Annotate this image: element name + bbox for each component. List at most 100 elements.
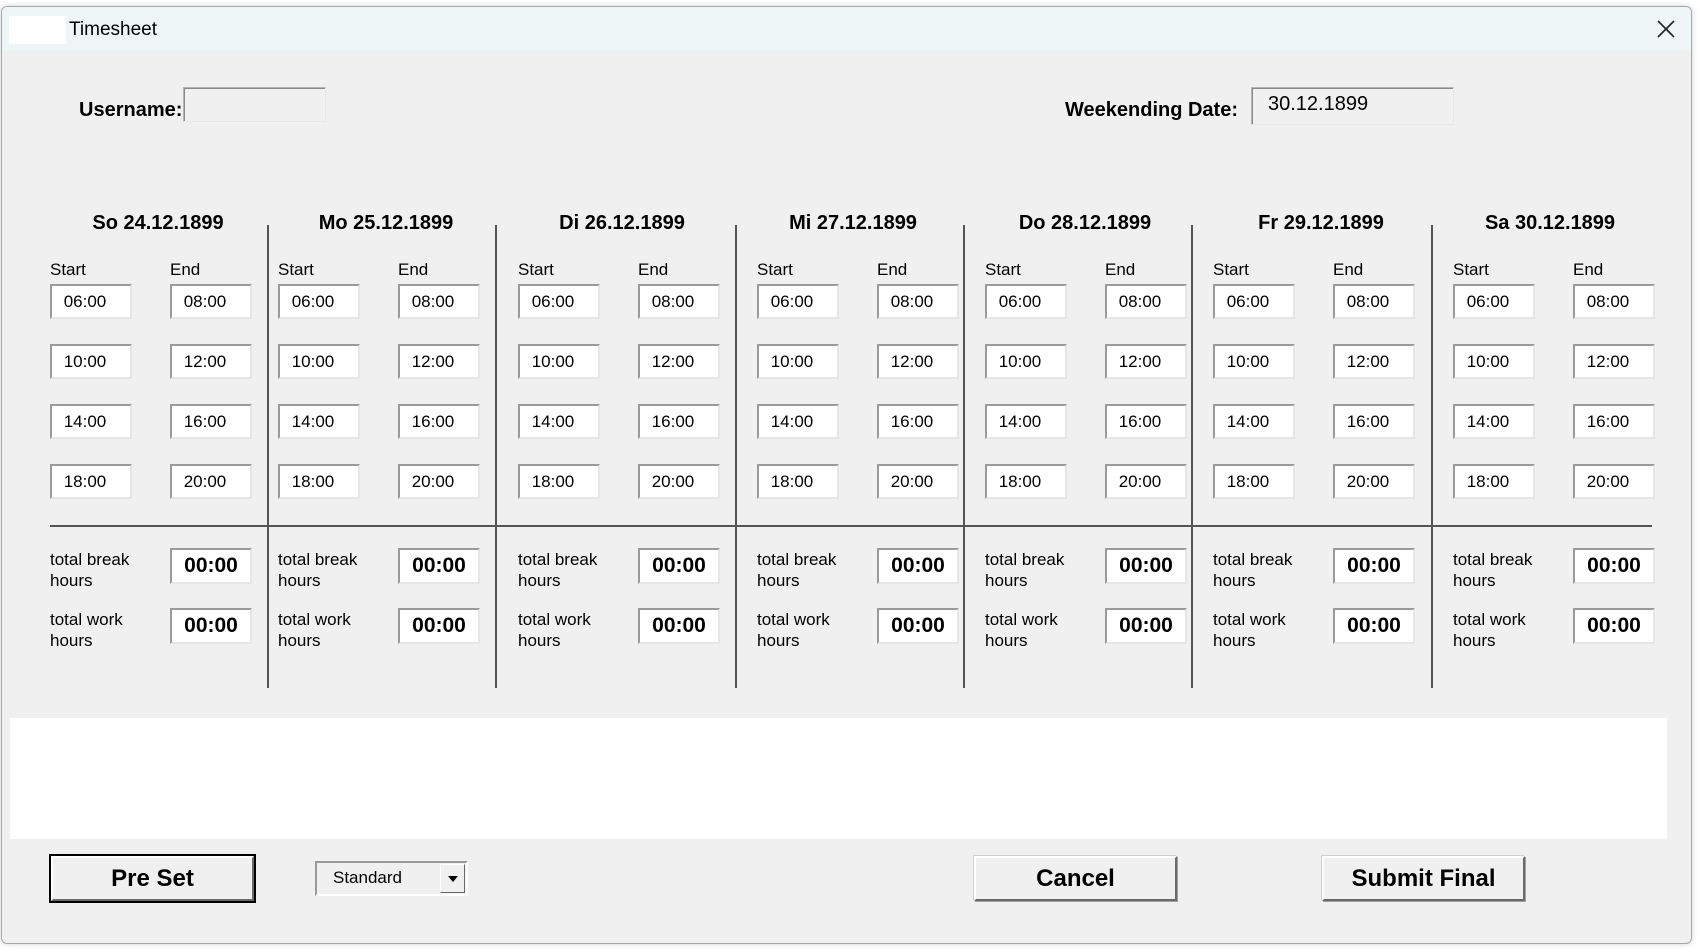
end-time-input[interactable]: 20:00: [1573, 464, 1655, 499]
start-time-input[interactable]: 18:00: [985, 464, 1067, 499]
end-time-input[interactable]: 20:00: [1105, 464, 1187, 499]
day-title: Fr 29.12.1899: [1258, 212, 1384, 234]
end-time-input[interactable]: 16:00: [1105, 404, 1187, 439]
total-break-label: total break hours: [1453, 550, 1533, 590]
start-time-input[interactable]: 14:00: [518, 404, 600, 439]
start-time-input[interactable]: 14:00: [1213, 404, 1295, 439]
column-divider: [963, 225, 965, 688]
total-work-label: total work hours: [278, 610, 351, 650]
weekending-date-input[interactable]: 30.12.1899: [1251, 87, 1454, 125]
total-work-value: 00:00: [877, 608, 959, 644]
start-label: Start: [1213, 260, 1249, 279]
start-time-input[interactable]: 10:00: [985, 344, 1067, 379]
end-label: End: [1573, 260, 1604, 279]
end-time-input[interactable]: 20:00: [638, 464, 720, 499]
total-work-label: total work hours: [757, 610, 830, 650]
total-work-label: total work hours: [50, 610, 123, 650]
end-time-input[interactable]: 20:00: [1333, 464, 1415, 499]
end-time-input[interactable]: 16:00: [398, 404, 480, 439]
start-time-input[interactable]: 06:00: [518, 284, 600, 319]
start-time-input[interactable]: 10:00: [757, 344, 839, 379]
total-break-label: total break hours: [1213, 550, 1293, 590]
total-break-value: 00:00: [638, 548, 720, 584]
column-divider: [267, 225, 269, 688]
total-break-label: total break hours: [278, 550, 358, 590]
preset-button[interactable]: Pre Set: [49, 854, 256, 903]
start-time-input[interactable]: 14:00: [985, 404, 1067, 439]
end-time-input[interactable]: 12:00: [877, 344, 959, 379]
start-time-input[interactable]: 18:00: [278, 464, 360, 499]
end-time-input[interactable]: 16:00: [1333, 404, 1415, 439]
start-time-input[interactable]: 06:00: [278, 284, 360, 319]
end-time-input[interactable]: 12:00: [1105, 344, 1187, 379]
end-label: End: [1105, 260, 1136, 279]
start-time-input[interactable]: 14:00: [757, 404, 839, 439]
total-break-label: total break hours: [50, 550, 130, 590]
column-divider: [735, 225, 737, 688]
start-time-input[interactable]: 10:00: [1213, 344, 1295, 379]
start-time-input[interactable]: 06:00: [1213, 284, 1295, 319]
column-divider: [495, 225, 497, 688]
start-time-input[interactable]: 18:00: [1213, 464, 1295, 499]
start-label: Start: [50, 260, 86, 279]
total-work-label: total work hours: [518, 610, 591, 650]
end-time-input[interactable]: 08:00: [1333, 284, 1415, 319]
end-time-input[interactable]: 08:00: [1573, 284, 1655, 319]
start-time-input[interactable]: 06:00: [757, 284, 839, 319]
start-time-input[interactable]: 14:00: [278, 404, 360, 439]
end-time-input[interactable]: 08:00: [877, 284, 959, 319]
totals-divider: [50, 525, 1652, 527]
total-work-value: 00:00: [638, 608, 720, 644]
end-time-input[interactable]: 16:00: [1573, 404, 1655, 439]
start-time-input[interactable]: 18:00: [518, 464, 600, 499]
total-work-value: 00:00: [398, 608, 480, 644]
preset-select-dropdown-button[interactable]: [440, 864, 465, 893]
end-time-input[interactable]: 08:00: [398, 284, 480, 319]
start-time-input[interactable]: 10:00: [1453, 344, 1535, 379]
end-time-input[interactable]: 12:00: [170, 344, 252, 379]
end-time-input[interactable]: 08:00: [638, 284, 720, 319]
end-time-input[interactable]: 16:00: [638, 404, 720, 439]
start-label: Start: [985, 260, 1021, 279]
app-icon: [9, 16, 66, 44]
end-time-input[interactable]: 08:00: [170, 284, 252, 319]
start-time-input[interactable]: 14:00: [1453, 404, 1535, 439]
start-time-input[interactable]: 10:00: [518, 344, 600, 379]
cancel-button[interactable]: Cancel: [974, 856, 1177, 901]
start-time-input[interactable]: 18:00: [1453, 464, 1535, 499]
end-label: End: [170, 260, 201, 279]
start-time-input[interactable]: 18:00: [50, 464, 132, 499]
start-time-input[interactable]: 18:00: [757, 464, 839, 499]
start-time-input[interactable]: 10:00: [278, 344, 360, 379]
total-break-label: total break hours: [518, 550, 598, 590]
end-time-input[interactable]: 12:00: [398, 344, 480, 379]
submit-final-button[interactable]: Submit Final: [1322, 856, 1525, 901]
day-title: Di 26.12.1899: [559, 212, 685, 234]
preset-select[interactable]: Standard: [315, 861, 468, 896]
end-label: End: [877, 260, 908, 279]
end-time-input[interactable]: 16:00: [877, 404, 959, 439]
close-button[interactable]: [1649, 13, 1683, 45]
end-time-input[interactable]: 20:00: [398, 464, 480, 499]
total-break-label: total break hours: [985, 550, 1065, 590]
end-time-input[interactable]: 20:00: [877, 464, 959, 499]
start-time-input[interactable]: 14:00: [50, 404, 132, 439]
end-time-input[interactable]: 12:00: [1333, 344, 1415, 379]
end-time-input[interactable]: 12:00: [1573, 344, 1655, 379]
day-title: Sa 30.12.1899: [1484, 212, 1616, 234]
end-time-input[interactable]: 08:00: [1105, 284, 1187, 319]
end-time-input[interactable]: 20:00: [170, 464, 252, 499]
end-time-input[interactable]: 16:00: [170, 404, 252, 439]
start-time-input[interactable]: 06:00: [985, 284, 1067, 319]
total-work-label: total work hours: [1453, 610, 1526, 650]
start-time-input[interactable]: 06:00: [1453, 284, 1535, 319]
start-label: Start: [757, 260, 793, 279]
start-time-input[interactable]: 10:00: [50, 344, 132, 379]
username-input[interactable]: [183, 87, 326, 122]
title-bar: Timesheet: [2, 7, 1691, 51]
start-time-input[interactable]: 06:00: [50, 284, 132, 319]
end-time-input[interactable]: 12:00: [638, 344, 720, 379]
total-break-value: 00:00: [398, 548, 480, 584]
day-title: So 24.12.1899: [92, 212, 224, 234]
start-label: Start: [278, 260, 314, 279]
